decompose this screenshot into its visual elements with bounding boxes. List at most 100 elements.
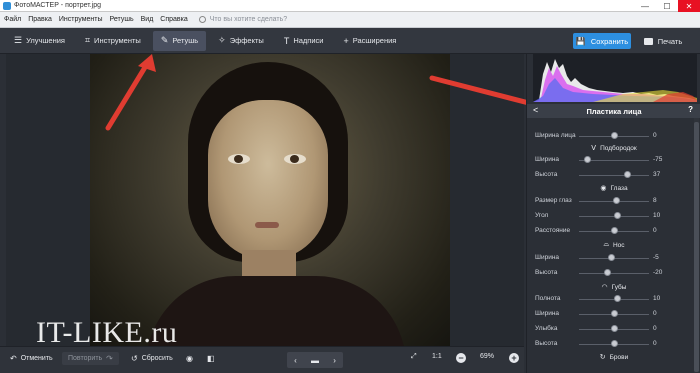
menu-edit[interactable]: Правка [28, 16, 52, 23]
zoom-percent: 69% [480, 353, 494, 360]
histogram [533, 54, 697, 102]
close-button[interactable]: ✕ [678, 0, 700, 12]
print-label: Печать [657, 36, 683, 46]
slider-chin-width[interactable]: Ширина -75 [527, 155, 700, 165]
slider-knob[interactable] [603, 269, 611, 276]
scrollbar-thumb[interactable] [694, 122, 699, 372]
slider-knob[interactable] [613, 197, 621, 204]
menu-view[interactable]: Вид [141, 16, 154, 23]
maximize-button[interactable]: ☐ [656, 0, 678, 12]
slider-knob[interactable] [610, 325, 618, 332]
slider-nose-height[interactable]: Высота -20 [527, 268, 700, 278]
slider-knob[interactable] [623, 171, 631, 178]
folder-icon[interactable]: ▬ [311, 356, 319, 365]
slider-face-width[interactable]: Ширина лица 0 [527, 131, 700, 141]
slider-track[interactable] [579, 175, 649, 176]
image-navigation: ‹ ▬ › [287, 352, 343, 368]
undo-button[interactable]: ↶ Отменить [10, 354, 53, 363]
next-image-button[interactable]: › [333, 356, 336, 365]
bottom-bar: ↶ Отменить Повторить ↷ ↺ Сбросить ◉ ◧ ‹ … [0, 346, 524, 373]
slider-eye-angle[interactable]: Угол 10 [527, 211, 700, 221]
slider-knob[interactable] [610, 310, 618, 317]
tab-label: Ретушь [172, 36, 199, 45]
plus-icon: + [509, 353, 519, 363]
tab-text[interactable]: T Надписи [276, 31, 332, 51]
redo-icon: ↷ [106, 354, 113, 363]
slider-eye-size[interactable]: Размер глаз 8 [527, 196, 700, 206]
slider-label: Высота [535, 269, 558, 276]
slider-knob[interactable] [610, 340, 618, 347]
nose-icon: ⌓ [603, 241, 609, 248]
menu-help[interactable]: Справка [160, 16, 187, 23]
slider-knob[interactable] [614, 212, 621, 219]
slider-lips-fullness[interactable]: Полнота 10 [527, 294, 700, 304]
chin-icon: ᐯ [591, 145, 597, 152]
reset-icon: ↺ [131, 354, 138, 363]
slider-knob[interactable] [614, 295, 621, 302]
section-label: Брови [609, 353, 629, 361]
tab-effects[interactable]: ✧ Эффекты [210, 31, 272, 51]
menu-file[interactable]: Файл [4, 16, 21, 23]
search-placeholder[interactable]: Что вы хотите сделать? [210, 16, 287, 23]
slider-value: -75 [653, 156, 663, 163]
zoom-1to1-button[interactable]: 1:1 [432, 353, 442, 360]
redo-button[interactable]: Повторить ↷ [62, 352, 119, 365]
slider-chin-height[interactable]: Высота 37 [527, 170, 700, 180]
photo-right-eye [284, 154, 306, 164]
menu-tools[interactable]: Инструменты [59, 16, 103, 23]
title-bar: ФотоМАСТЕР - портрет.jpg — ☐ ✕ [0, 0, 700, 12]
slider-value: 0 [653, 325, 657, 332]
reset-button[interactable]: ↺ Сбросить [131, 354, 173, 363]
photo-left-eye [228, 154, 250, 164]
zoom-in-button[interactable]: + [509, 353, 519, 363]
slider-label: Высота [535, 340, 558, 347]
command-search[interactable]: Что вы хотите сделать? [198, 16, 287, 23]
slider-knob[interactable] [583, 156, 591, 163]
lips-icon: ◠ [601, 284, 608, 291]
prev-image-button[interactable]: ‹ [294, 356, 297, 365]
slider-label: Ширина [535, 156, 560, 163]
search-icon [198, 16, 206, 23]
slider-knob[interactable] [610, 227, 618, 234]
tab-extensions[interactable]: + Расширения [335, 31, 404, 51]
slider-nose-width[interactable]: Ширина -5 [527, 253, 700, 263]
minus-icon: − [456, 353, 466, 363]
zoom-out-button[interactable]: − [456, 353, 466, 363]
image-canvas[interactable]: IT-LIKE.ru [6, 54, 524, 349]
preview-eye-button[interactable]: ◉ [186, 354, 197, 363]
slider-value: 10 [653, 295, 661, 302]
tab-retouch[interactable]: ✎ Ретушь [152, 30, 207, 51]
slider-eye-distance[interactable]: Расстояние 0 [527, 226, 700, 236]
slider-label: Ширина [535, 310, 560, 317]
slider-label: Ширина лица [535, 132, 576, 139]
tab-tools[interactable]: ⌗ Инструменты [77, 31, 149, 51]
tab-label: Расширения [352, 36, 397, 45]
slider-lips-smile[interactable]: Улыбка 0 [527, 324, 700, 334]
compare-button[interactable]: ◧ [207, 354, 219, 363]
slider-track[interactable] [579, 273, 649, 274]
slider-knob[interactable] [608, 254, 616, 261]
slider-value: 37 [653, 171, 661, 178]
slider-lips-width[interactable]: Ширина 0 [527, 309, 700, 319]
fit-screen-button[interactable]: ⤢ [411, 353, 417, 361]
slider-value: 8 [653, 197, 657, 204]
slider-lips-height[interactable]: Высота 0 [527, 339, 700, 349]
tab-enhancements[interactable]: ☰ Улучшения [6, 31, 73, 51]
slider-label: Размер глаз [535, 197, 572, 204]
save-button[interactable]: 💾 Сохранить [573, 33, 631, 49]
slider-value: 0 [653, 310, 657, 317]
print-button[interactable]: Печать [636, 33, 690, 49]
plus-icon: + [343, 35, 349, 46]
slider-knob[interactable] [610, 132, 618, 139]
undo-icon: ↶ [10, 354, 17, 363]
back-arrow-icon[interactable]: < [533, 105, 538, 115]
panel-scrollbar[interactable] [694, 118, 699, 373]
slider-label: Угол [535, 212, 549, 219]
photo-dress [146, 276, 406, 346]
undo-label: Отменить [20, 355, 53, 362]
printer-icon [643, 37, 653, 45]
menu-retouch[interactable]: Ретушь [110, 16, 134, 23]
save-icon: 💾 [575, 36, 586, 46]
minimize-button[interactable]: — [634, 0, 656, 12]
help-icon[interactable]: ? [688, 105, 693, 114]
